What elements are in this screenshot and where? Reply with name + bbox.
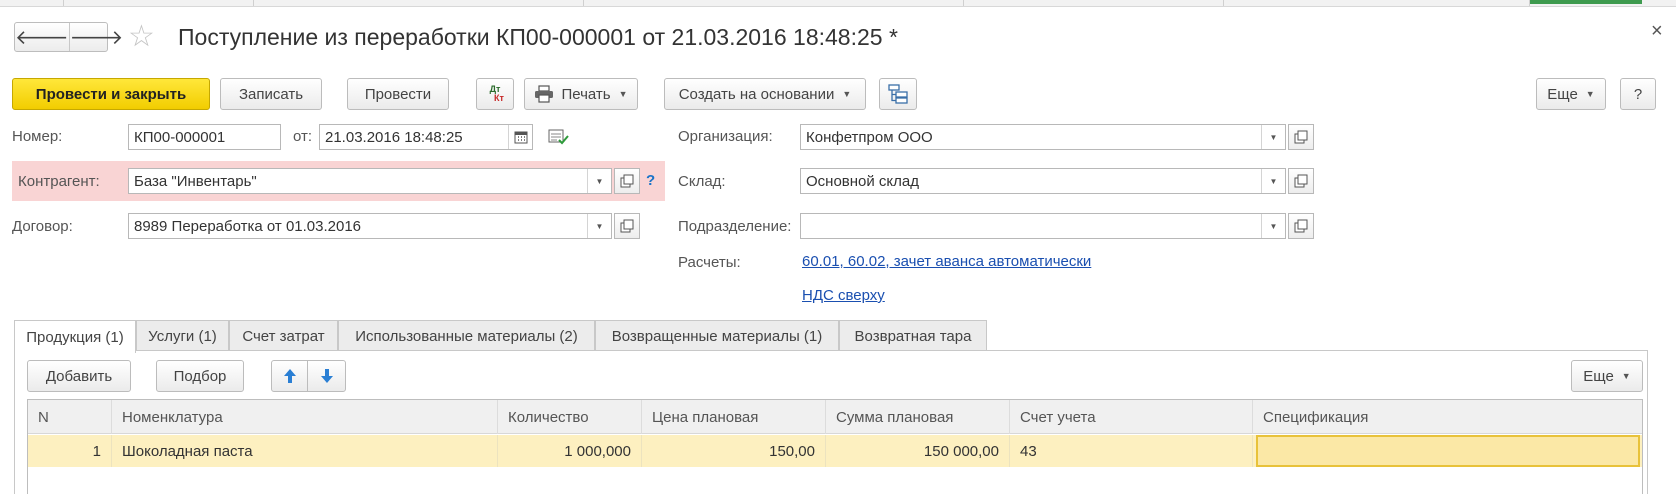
close-icon[interactable]: × [1651,20,1663,43]
open-icon [1294,219,1308,233]
more-button[interactable]: Еще ▼ [1536,78,1606,110]
organization-field[interactable]: Конфетпром ООО ▼ [800,124,1286,150]
chevron-down-icon: ▼ [618,89,628,99]
contract-label: Договор: [12,218,73,235]
calendar-icon[interactable] [508,125,532,149]
move-up-button[interactable] [271,360,308,392]
move-down-button[interactable] [307,360,346,392]
tab-returned-materials[interactable]: Возвращенные материалы (1) [595,320,839,351]
department-field[interactable]: ▼ [800,213,1286,239]
dt-kt-button[interactable]: Дт Кт [476,78,514,110]
tab-returnable-packaging[interactable]: Возвратная тара [839,320,987,351]
warehouse-open-button[interactable] [1288,168,1314,194]
tab-services[interactable]: Услуги (1) [136,320,229,351]
counterparty-open-button[interactable] [614,168,640,194]
page-title: Поступление из переработки КП00-000001 о… [178,24,898,50]
chevron-down-icon[interactable]: ▼ [1261,214,1285,238]
row-number-cell[interactable]: 1 [28,435,112,467]
table-row[interactable]: 1 Шоколадная паста 1 000,000 150,00 150 … [28,435,1642,467]
table-more-button[interactable]: Еще ▼ [1571,360,1643,392]
open-icon [620,219,634,233]
column-header-quantity[interactable]: Количество [498,400,642,434]
arrow-down-icon [320,369,333,383]
open-icon [620,174,634,188]
back-button[interactable]: 🡐 [15,23,69,51]
dt-kt-icon: Дт Кт [489,84,504,103]
column-header-n[interactable]: N [28,400,112,434]
chevron-down-icon[interactable]: ▼ [587,214,611,238]
date-label: от: [293,128,313,145]
chevron-down-icon[interactable]: ▼ [1261,169,1285,193]
column-header-account[interactable]: Счет учета [1010,400,1253,434]
column-header-nomenclature[interactable]: Номенклатура [112,400,498,434]
print-button[interactable]: Печать ▼ [524,78,638,110]
chevron-down-icon: ▼ [842,89,852,99]
document-structure-icon [888,84,908,104]
chevron-down-icon: ▼ [1621,371,1631,381]
chevron-down-icon: ▼ [1585,89,1595,99]
forward-button[interactable]: 🡒 [68,23,124,51]
contract-open-button[interactable] [614,213,640,239]
tab-used-materials[interactable]: Использованные материалы (2) [338,320,595,351]
nomenclature-cell[interactable]: Шоколадная паста [112,435,498,467]
counterparty-field[interactable]: База "Инвентарь" ▼ [128,168,612,194]
add-button[interactable]: Добавить [27,360,131,392]
structure-button[interactable] [879,78,917,110]
settlements-label: Расчеты: [678,254,741,271]
department-label: Подразделение: [678,218,792,235]
arrow-up-icon [283,369,296,383]
save-button[interactable]: Записать [220,78,322,110]
open-icon [1294,130,1308,144]
navigation-group: 🡐 🡒 [14,22,123,52]
date-field[interactable]: 21.03.2016 18:48:25 [319,124,533,150]
specification-cell[interactable] [1256,435,1640,467]
window-top-strip [0,0,1676,7]
favorite-star-icon[interactable]: ☆ [128,20,155,54]
document-check-icon[interactable] [548,128,570,146]
help-button[interactable]: ? [1620,78,1656,110]
arrow-left-icon: 🡐 [15,26,69,49]
department-open-button[interactable] [1288,213,1314,239]
column-header-planned-amount[interactable]: Сумма плановая [826,400,1010,434]
planned-amount-cell[interactable]: 150 000,00 [826,435,1010,467]
settlements-link[interactable]: 60.01, 60.02, зачет аванса автоматически [802,253,1091,270]
products-table: N Номенклатура Количество Цена плановая … [27,399,1643,494]
create-based-on-button[interactable]: Создать на основании ▼ [664,78,866,110]
warehouse-field[interactable]: Основной склад ▼ [800,168,1286,194]
counterparty-help-icon[interactable]: ? [646,171,655,191]
counterparty-label: Контрагент: [18,173,100,190]
printer-icon [535,85,554,103]
column-header-planned-price[interactable]: Цена плановая [642,400,826,434]
tab-products[interactable]: Продукция (1) [14,320,136,353]
arrow-right-icon: 🡒 [69,26,124,49]
post-button[interactable]: Провести [347,78,449,110]
column-header-specification[interactable]: Спецификация [1253,400,1642,434]
warehouse-label: Склад: [678,173,726,190]
post-and-close-button[interactable]: Провести и закрыть [12,78,210,110]
pick-button[interactable]: Подбор [156,360,244,392]
planned-price-cell[interactable]: 150,00 [642,435,826,467]
chevron-down-icon[interactable]: ▼ [1261,125,1285,149]
account-cell[interactable]: 43 [1010,435,1253,467]
organization-open-button[interactable] [1288,124,1314,150]
number-field[interactable]: КП00-000001 [128,124,281,150]
tab-cost-account[interactable]: Счет затрат [229,320,338,351]
number-label: Номер: [12,128,63,145]
table-header: N Номенклатура Количество Цена плановая … [28,400,1642,434]
organization-label: Организация: [678,128,773,145]
vat-link[interactable]: НДС сверху [802,287,885,304]
open-icon [1294,174,1308,188]
chevron-down-icon[interactable]: ▼ [587,169,611,193]
contract-field[interactable]: 8989 Переработка от 01.03.2016 ▼ [128,213,612,239]
quantity-cell[interactable]: 1 000,000 [498,435,642,467]
